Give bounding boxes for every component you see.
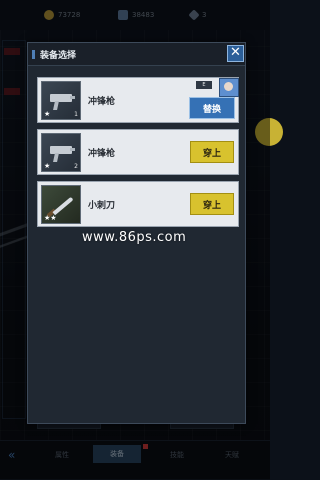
- equipment-name: 冲锋枪: [88, 149, 116, 159]
- watermark-text: www.86ps.com: [82, 230, 187, 245]
- equipment-card[interactable]: ★★ 小刺刀 穿上: [37, 181, 239, 227]
- replace-button[interactable]: 替换: [189, 97, 235, 119]
- equipped-tag: E: [196, 81, 212, 89]
- modal-header: 装备选择 ✕: [28, 43, 245, 66]
- equipment-card[interactable]: ★ 2 冲锋枪 穿上: [37, 129, 239, 175]
- equipment-level: 2: [74, 163, 78, 170]
- star-rating: ★: [44, 110, 51, 118]
- star-rating: ★: [44, 162, 51, 170]
- equipment-card[interactable]: ★ 1 冲锋枪 E 替换: [37, 77, 239, 123]
- close-button[interactable]: ✕: [227, 45, 244, 62]
- equipment-thumbnail: ★★: [41, 185, 81, 224]
- character-avatar-icon: [219, 78, 239, 97]
- equip-button[interactable]: 穿上: [190, 141, 234, 163]
- equipment-level: 1: [74, 111, 78, 118]
- smg-icon: [50, 146, 75, 154]
- equipment-thumbnail: ★ 2: [41, 133, 81, 172]
- equipment-thumbnail: ★ 1: [41, 81, 81, 120]
- equip-button[interactable]: 穿上: [190, 193, 234, 215]
- knife-icon: [52, 196, 74, 216]
- header-accent: [32, 50, 35, 59]
- smg-icon: [50, 94, 75, 102]
- modal-title: 装备选择: [40, 51, 77, 61]
- equipment-name: 冲锋枪: [88, 97, 116, 107]
- equipment-name: 小刺刀: [88, 201, 116, 211]
- star-rating: ★★: [44, 214, 57, 222]
